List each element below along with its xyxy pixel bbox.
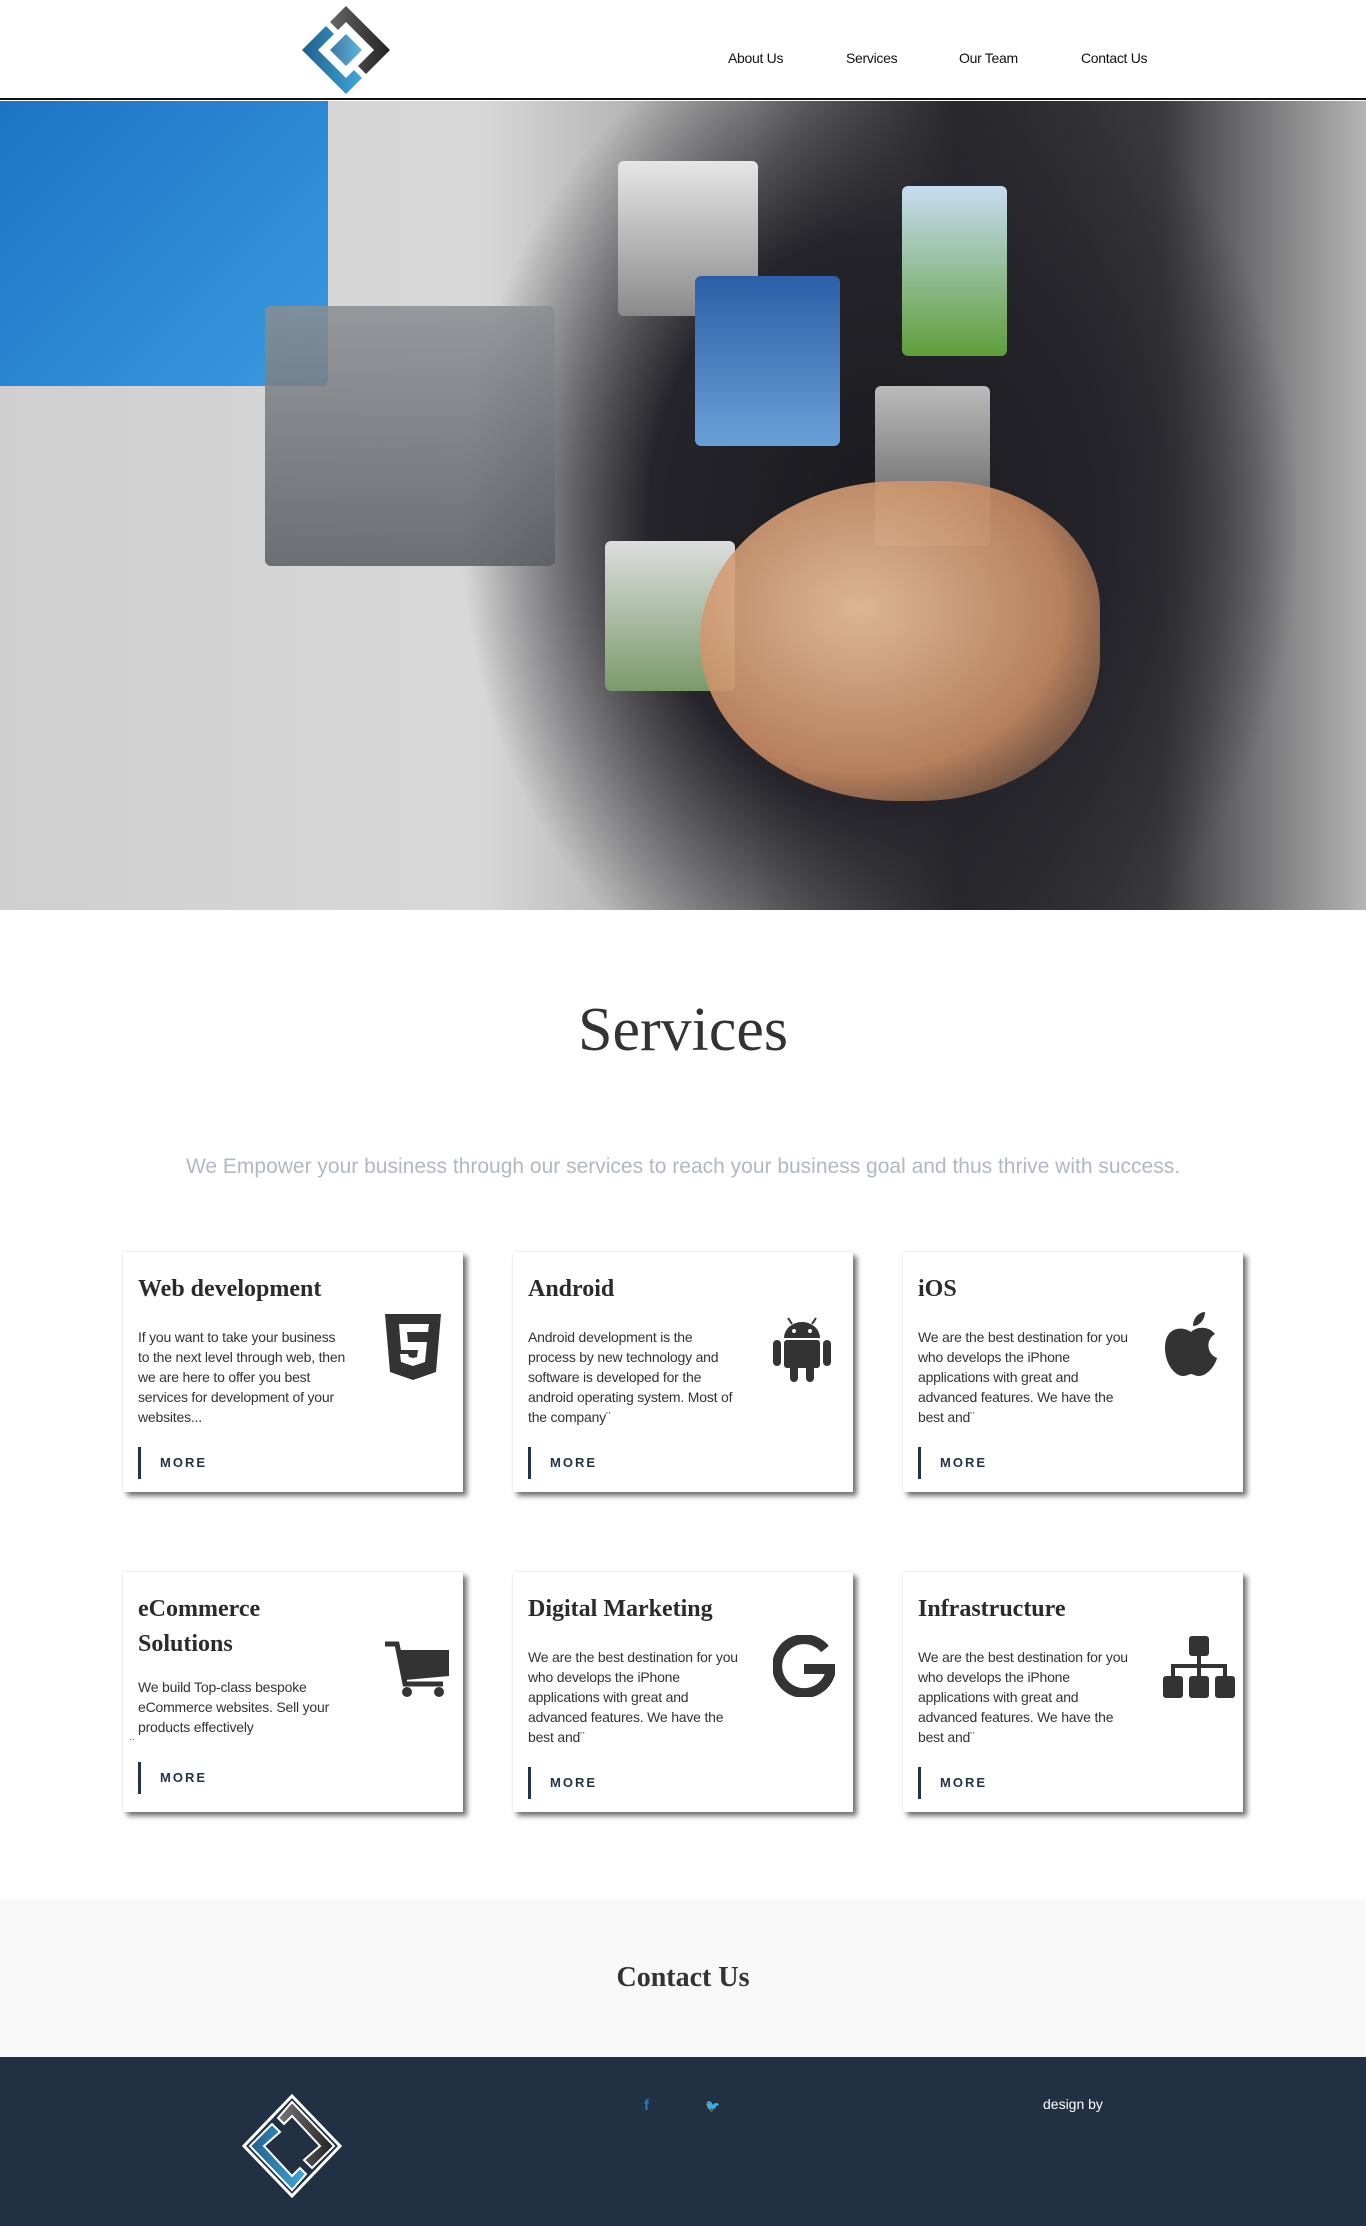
html5-icon xyxy=(385,1314,441,1380)
services-title: Services xyxy=(577,996,789,1064)
card-text: We are the best destination for you who … xyxy=(918,1649,1128,1745)
hero-banner-image xyxy=(0,101,1366,910)
contact-title: Contact Us xyxy=(616,1962,750,1993)
nav-our-team[interactable]: Our Team xyxy=(959,50,1018,66)
card-text: Android development is the process by ne… xyxy=(528,1329,733,1425)
facebook-icon[interactable]: f xyxy=(644,2097,649,2114)
logo[interactable] xyxy=(300,4,392,96)
hero-panel xyxy=(695,276,840,446)
more-button[interactable]: MORE xyxy=(138,1447,207,1479)
service-card-web-development: Web development If you want to take your… xyxy=(123,1252,463,1492)
sitemap-icon xyxy=(1163,1636,1235,1698)
google-icon xyxy=(773,1635,835,1697)
service-card-infrastructure: Infrastructure We are the best destinati… xyxy=(903,1572,1243,1812)
nav-contact-us[interactable]: Contact Us xyxy=(1081,50,1148,66)
more-button[interactable]: MORE xyxy=(918,1447,987,1479)
hero-panel xyxy=(265,306,555,566)
more-button[interactable]: MORE xyxy=(138,1762,207,1794)
nav-about-us[interactable]: About Us xyxy=(728,50,783,66)
card-text: We are the best destination for you who … xyxy=(528,1649,738,1745)
hero-panel xyxy=(902,186,1007,356)
header: About Us Services Our Team Contact Us xyxy=(0,0,1366,100)
card-title: iOS xyxy=(918,1276,957,1302)
card-text: We are the best destination for you who … xyxy=(918,1329,1128,1425)
service-card-digital-marketing: Digital Marketing We are the best destin… xyxy=(513,1572,853,1812)
more-button[interactable]: MORE xyxy=(918,1767,987,1799)
service-card-android: Android Android development is the proce… xyxy=(513,1252,853,1492)
card-title: eCommerce Solutions xyxy=(138,1596,261,1657)
contact-section: Contact Us xyxy=(0,1900,1366,2057)
more-button[interactable]: MORE xyxy=(528,1767,597,1799)
card-text: We build Top-class bespoke eCommerce web… xyxy=(138,1679,330,1735)
footer: f 🐦 design by xyxy=(0,2057,1366,2226)
shopping-cart-icon xyxy=(385,1641,449,1697)
footer-logo[interactable] xyxy=(242,2094,342,2198)
card-title: Android xyxy=(528,1276,615,1302)
card-title: Web development xyxy=(138,1276,322,1302)
card-title: Infrastructure xyxy=(918,1596,1066,1622)
design-by-text: design by xyxy=(1043,2096,1103,2112)
card-text-ellipsis: .. xyxy=(129,1732,135,1743)
card-title: Digital Marketing xyxy=(528,1596,713,1622)
more-button[interactable]: MORE xyxy=(528,1447,597,1479)
card-text: If you want to take your business to the… xyxy=(138,1329,346,1425)
hero-hand xyxy=(700,481,1100,801)
service-card-ios: iOS We are the best destination for you … xyxy=(903,1252,1243,1492)
services-subtitle: We Empower your business through our ser… xyxy=(185,1155,1181,1178)
service-card-ecommerce: eCommerce Solutions We build Top-class b… xyxy=(123,1572,463,1812)
nav-services[interactable]: Services xyxy=(846,50,898,66)
apple-icon xyxy=(1165,1312,1217,1376)
twitter-icon[interactable]: 🐦 xyxy=(705,2099,720,2113)
android-icon xyxy=(773,1317,831,1382)
